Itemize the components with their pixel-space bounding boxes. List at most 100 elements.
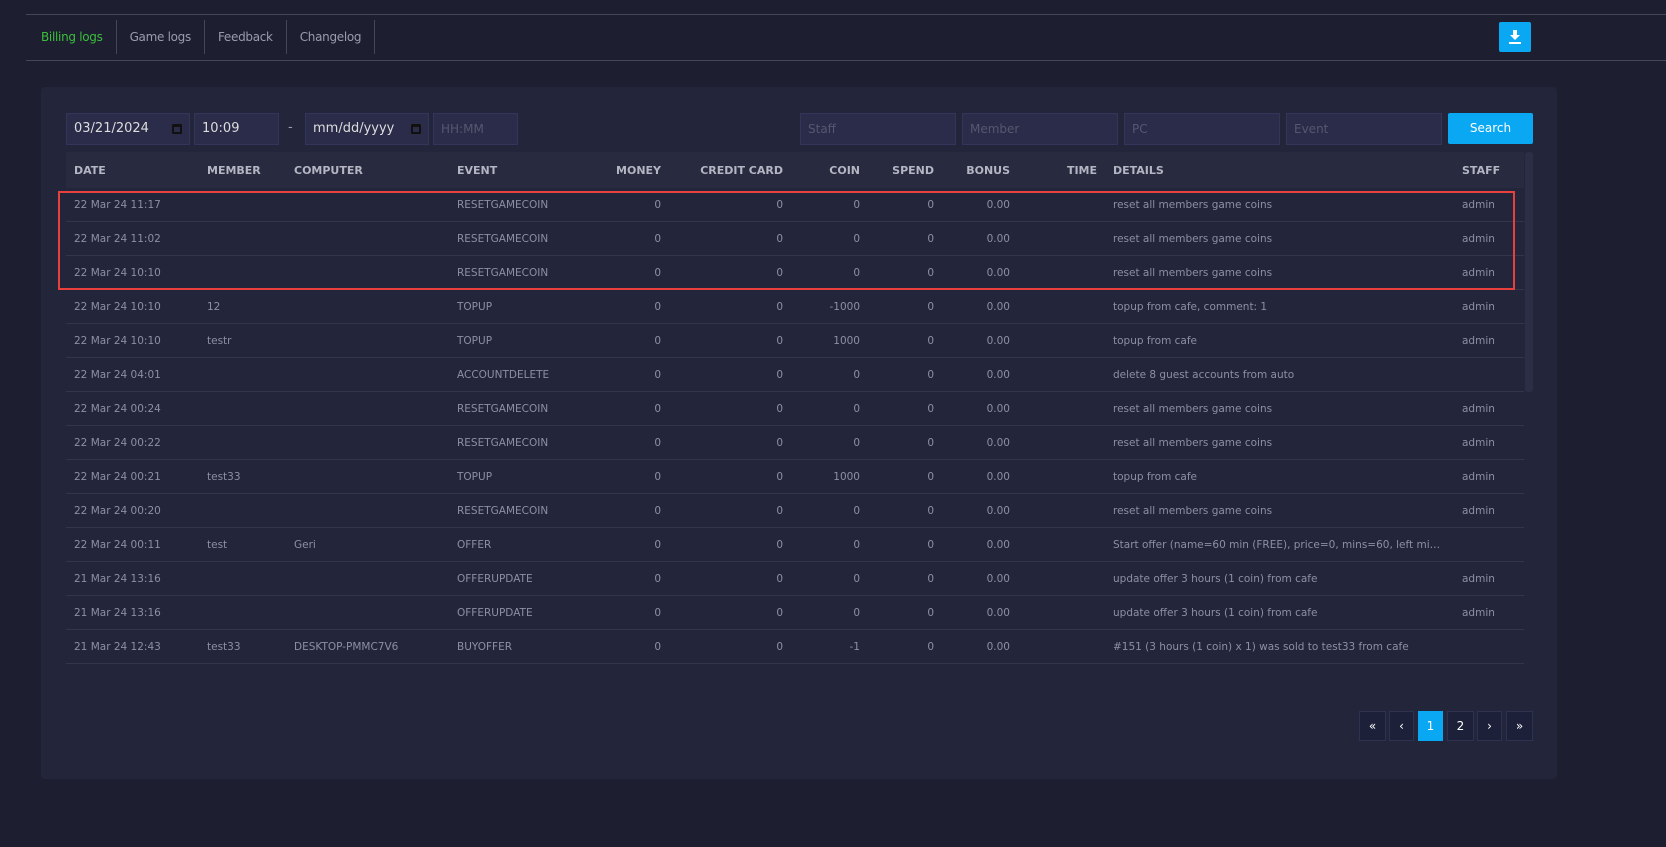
header-credit-card[interactable]: CREDIT CARD <box>669 164 791 177</box>
cell-details: update offer 3 hours (1 coin) from cafe <box>1113 572 1318 585</box>
cell-spend: 0 <box>927 572 934 585</box>
cell-member: test33 <box>207 640 241 653</box>
table-row[interactable]: 22 Mar 24 10:10 RESETGAMECOIN 0 0 0 0 0.00 rese… <box>66 256 1524 290</box>
header-bonus[interactable]: BONUS <box>942 164 1018 177</box>
header-date[interactable]: DATE <box>66 164 199 177</box>
cell-spend: 0 <box>927 538 934 551</box>
cell-details: topup from cafe, comment: 1 <box>1113 300 1268 313</box>
table-row[interactable]: 22 Mar 24 10:10 testr TOPUP 0 0 1000 0 0.00 topu… <box>66 324 1524 358</box>
table-row[interactable]: 21 Mar 24 13:16 OFFERUPDATE 0 0 0 0 0.00 update… <box>66 596 1524 630</box>
member-input[interactable]: Member <box>962 113 1118 145</box>
cell-event: OFFERUPDATE <box>457 572 533 585</box>
cell-spend: 0 <box>927 470 934 483</box>
cell-spend: 0 <box>927 504 934 517</box>
cell-staff: admin <box>1462 572 1495 585</box>
cell-bonus: 0.00 <box>986 470 1010 483</box>
cell-bonus: 0.00 <box>986 538 1010 551</box>
header-computer[interactable]: COMPUTER <box>286 164 449 177</box>
cell-details: topup from cafe <box>1113 334 1197 347</box>
cell-details: reset all members game coins <box>1113 266 1273 279</box>
table-row[interactable]: 21 Mar 24 13:16 OFFERUPDATE 0 0 0 0 0.00 update… <box>66 562 1524 596</box>
cell-spend: 0 <box>927 606 934 619</box>
time-from-input[interactable]: 10:09 <box>194 113 279 145</box>
page-2-button[interactable]: 2 <box>1447 711 1474 741</box>
header-member[interactable]: MEMBER <box>199 164 286 177</box>
cell-computer: DESKTOP-PMMC7V6 <box>294 640 399 653</box>
table-row[interactable]: 22 Mar 24 00:24 RESETGAMECOIN 0 0 0 0 0.00 rese… <box>66 392 1524 426</box>
tab-billing-logs[interactable]: Billing logs <box>28 20 117 54</box>
table-row[interactable]: 22 Mar 24 04:01 ACCOUNTDELETE 0 0 0 0 0.00 dele… <box>66 358 1524 392</box>
cell-bonus: 0.00 <box>986 232 1010 245</box>
event-input[interactable]: Event <box>1286 113 1442 145</box>
cell-credit-card: 0 <box>776 368 783 381</box>
header-spend[interactable]: SPEND <box>868 164 942 177</box>
tab-game-logs[interactable]: Game logs <box>117 20 205 54</box>
cell-bonus: 0.00 <box>986 436 1010 449</box>
cell-date: 22 Mar 24 00:11 <box>74 538 161 551</box>
header-details[interactable]: DETAILS <box>1105 164 1454 177</box>
table-row[interactable]: 22 Mar 24 10:10 12 TOPUP 0 0 -1000 0 0.00 topup … <box>66 290 1524 324</box>
cell-coin: 0 <box>853 402 860 415</box>
calendar-icon[interactable] <box>411 124 421 134</box>
cell-staff: admin <box>1462 436 1495 449</box>
cell-spend: 0 <box>927 334 934 347</box>
search-button[interactable]: Search <box>1448 113 1533 144</box>
staff-input[interactable]: Staff <box>800 113 956 145</box>
page-1-button[interactable]: 1 <box>1418 711 1443 741</box>
cell-details: reset all members game coins <box>1113 232 1273 245</box>
cell-date: 22 Mar 24 00:21 <box>74 470 161 483</box>
prev-page-button[interactable]: ‹ <box>1389 711 1414 741</box>
range-separator: - <box>288 120 293 135</box>
cell-credit-card: 0 <box>776 198 783 211</box>
download-button[interactable] <box>1499 22 1531 52</box>
billing-logs-table: DATE MEMBER COMPUTER EVENT MONEY CREDIT CARD C… <box>66 152 1524 664</box>
cell-money: 0 <box>654 470 661 483</box>
table-row[interactable]: 21 Mar 24 12:43 test33 DESKTOP-PMMC7V6 BUYO… <box>66 630 1524 664</box>
time-to-input[interactable]: HH:MM <box>433 113 518 145</box>
table-row[interactable]: 22 Mar 24 00:11 test Geri OFFER 0 0 0 0 0.00 Star… <box>66 528 1524 562</box>
next-page-button[interactable]: › <box>1477 711 1502 741</box>
cell-bonus: 0.00 <box>986 334 1010 347</box>
cell-date: 22 Mar 24 00:20 <box>74 504 161 517</box>
tab-feedback[interactable]: Feedback <box>205 20 287 54</box>
cell-coin: 0 <box>853 198 860 211</box>
cell-event: RESETGAMECOIN <box>457 436 549 449</box>
header-time[interactable]: TIME <box>1018 164 1105 177</box>
cell-spend: 0 <box>927 198 934 211</box>
cell-bonus: 0.00 <box>986 572 1010 585</box>
cell-spend: 0 <box>927 640 934 653</box>
cell-date: 22 Mar 24 11:17 <box>74 198 161 211</box>
cell-credit-card: 0 <box>776 504 783 517</box>
cell-spend: 0 <box>927 232 934 245</box>
date-from-input[interactable]: 03/21/2024 <box>66 113 190 145</box>
cell-date: 21 Mar 24 12:43 <box>74 640 161 653</box>
last-page-button[interactable]: » <box>1506 711 1533 741</box>
table-row[interactable]: 22 Mar 24 11:17 RESETGAMECOIN 0 0 0 0 0.00 rese… <box>66 188 1524 222</box>
header-staff[interactable]: STAFF <box>1454 164 1524 177</box>
table-row[interactable]: 22 Mar 24 00:20 RESETGAMECOIN 0 0 0 0 0.00 rese… <box>66 494 1524 528</box>
cell-money: 0 <box>654 266 661 279</box>
cell-credit-card: 0 <box>776 266 783 279</box>
tab-changelog[interactable]: Changelog <box>287 20 376 54</box>
cell-money: 0 <box>654 538 661 551</box>
cell-details: reset all members game coins <box>1113 436 1273 449</box>
cell-date: 21 Mar 24 13:16 <box>74 572 161 585</box>
header-event[interactable]: EVENT <box>449 164 569 177</box>
first-page-button[interactable]: « <box>1359 711 1386 741</box>
calendar-icon[interactable] <box>172 124 182 134</box>
table-row[interactable]: 22 Mar 24 00:21 test33 TOPUP 0 0 1000 0 0.00 top… <box>66 460 1524 494</box>
header-money[interactable]: MONEY <box>569 164 669 177</box>
cell-event: OFFERUPDATE <box>457 606 533 619</box>
cell-spend: 0 <box>927 402 934 415</box>
date-to-input[interactable]: mm/dd/yyyy <box>305 113 429 145</box>
header-coin[interactable]: COIN <box>791 164 868 177</box>
pc-input[interactable]: PC <box>1124 113 1280 145</box>
table-scrollbar[interactable] <box>1525 152 1533 392</box>
cell-coin: 1000 <box>833 470 860 483</box>
cell-spend: 0 <box>927 436 934 449</box>
table-row[interactable]: 22 Mar 24 00:22 RESETGAMECOIN 0 0 0 0 0.00 rese… <box>66 426 1524 460</box>
cell-event: TOPUP <box>457 470 493 483</box>
table-row[interactable]: 22 Mar 24 11:02 RESETGAMECOIN 0 0 0 0 0.00 rese… <box>66 222 1524 256</box>
cell-coin: 0 <box>853 606 860 619</box>
cell-details: update offer 3 hours (1 coin) from cafe <box>1113 606 1318 619</box>
